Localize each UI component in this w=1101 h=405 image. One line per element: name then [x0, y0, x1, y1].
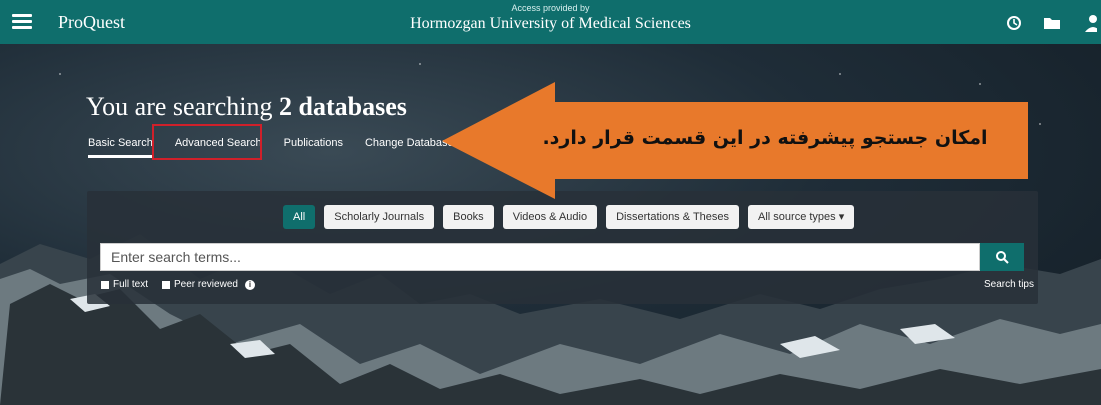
access-info: Access provided by Hormozgan University …: [0, 3, 1101, 35]
institution-name: Hormozgan University of Medical Sciences: [410, 15, 691, 32]
history-icon[interactable]: [1003, 12, 1025, 34]
top-icons: [1003, 12, 1101, 34]
top-bar: ProQuest Access provided by Hormozgan Un…: [0, 0, 1101, 44]
user-icon[interactable]: [1079, 12, 1101, 34]
annotation-arrow: [442, 82, 1028, 199]
access-label: Access provided by: [511, 3, 590, 13]
hero-banner: You are searching 2 databases Basic Sear…: [0, 44, 1101, 405]
folder-icon[interactable]: [1041, 12, 1063, 34]
annotation-text: امکان جستجو پیشرفته در این قسمت قرار دار…: [542, 127, 988, 149]
